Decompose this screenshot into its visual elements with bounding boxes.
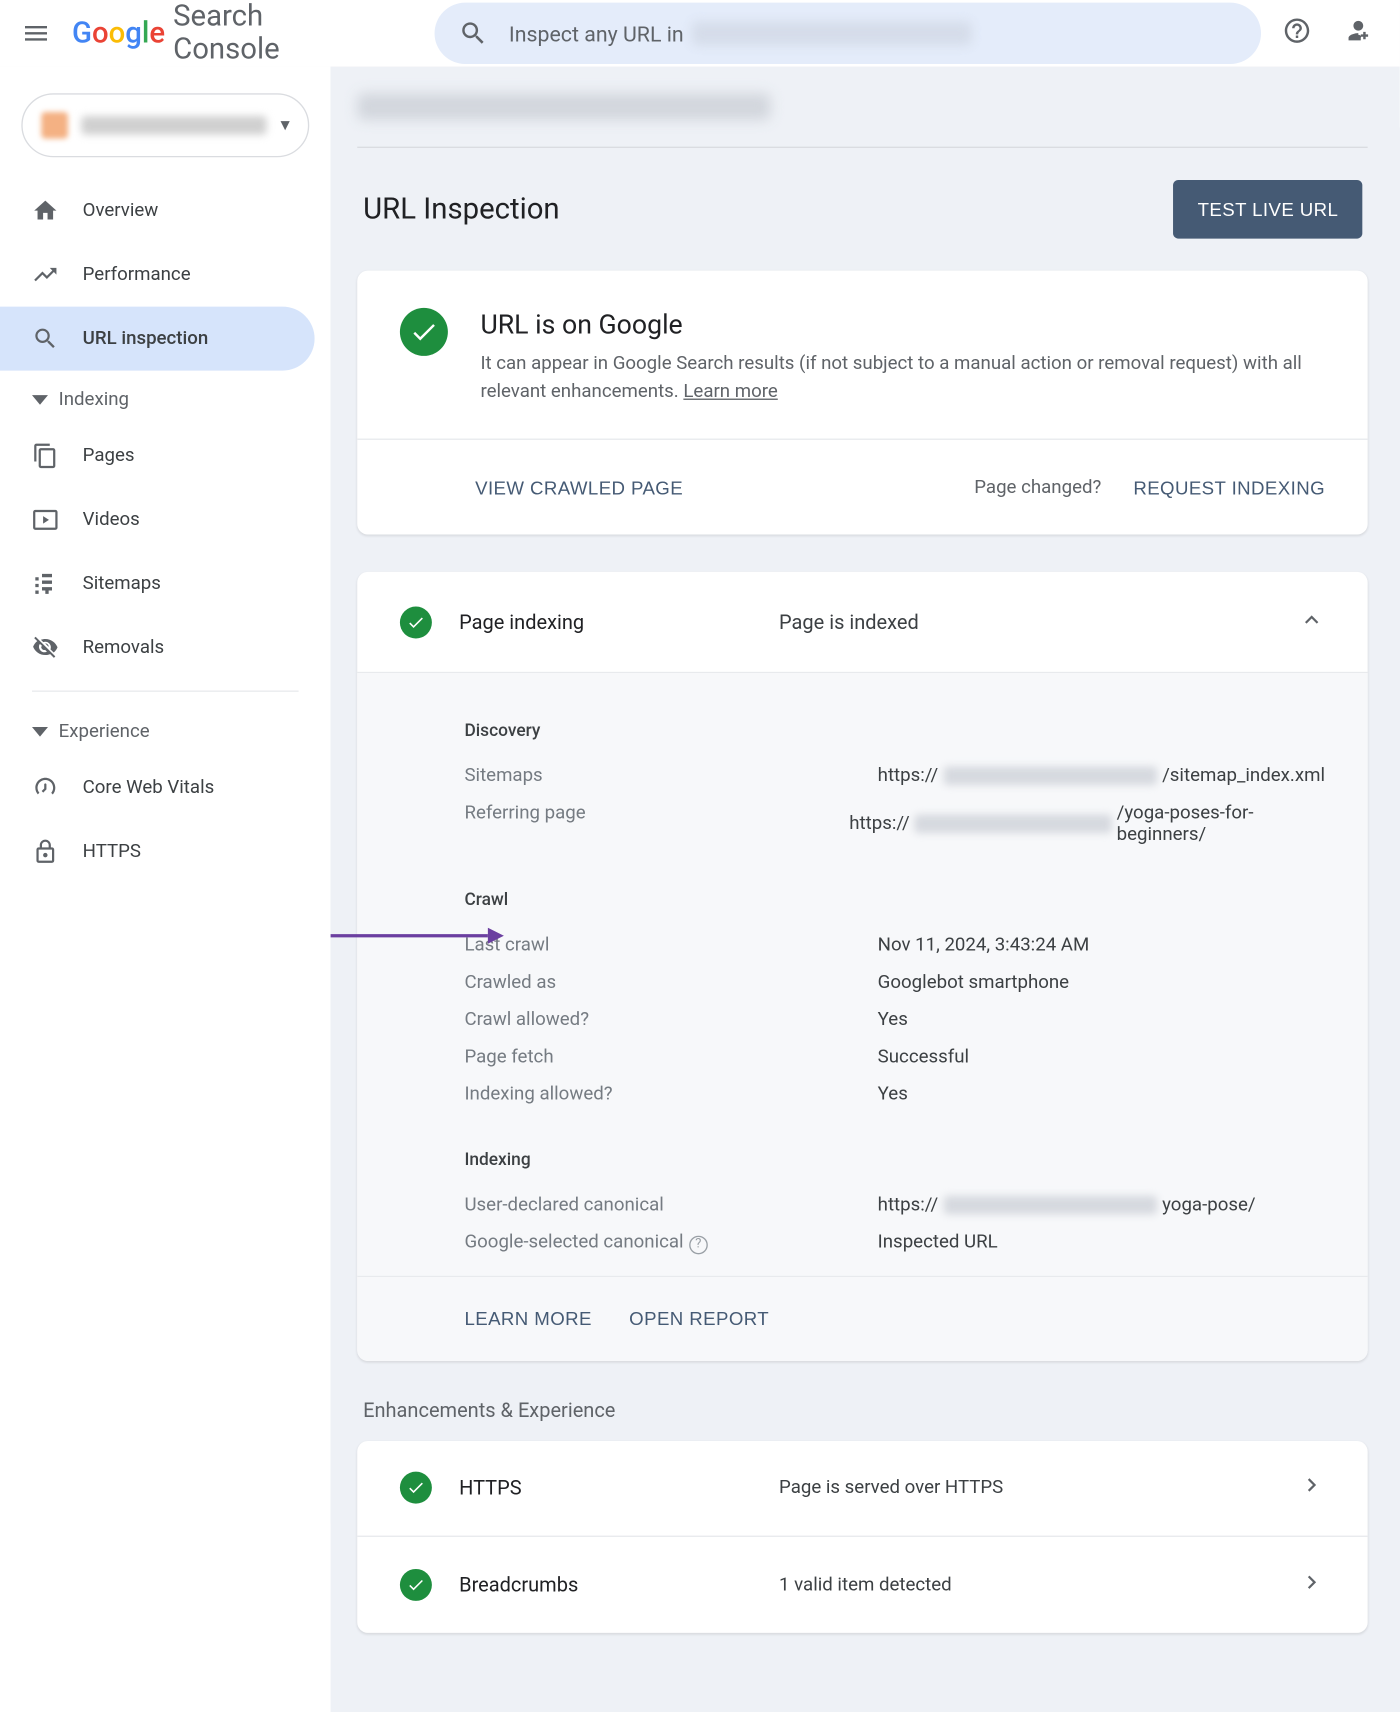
chevron-right-icon [1298,1472,1325,1504]
indexing-status: Page is indexed [779,610,1272,634]
crawled-as-value: Googlebot smartphone [878,972,1069,993]
learn-more-button[interactable]: LEARN MORE [464,1308,591,1329]
sidebar-item-removals[interactable]: Removals [0,616,315,680]
caret-down-icon [32,724,48,740]
sidebar-item-label: Performance [83,264,191,285]
sidebar-item-videos[interactable]: Videos [0,488,315,552]
property-name-redacted [81,116,267,135]
crawl-allowed-value: Yes [878,1009,908,1030]
home-icon [32,197,59,224]
users-icon[interactable] [1343,16,1372,51]
help-icon[interactable]: ? [689,1235,708,1254]
sidebar-section-indexing[interactable]: Indexing [0,371,331,424]
google-canonical-value: Inspected URL [878,1232,998,1254]
lock-icon [32,838,59,865]
chevron-right-icon [1298,1568,1325,1600]
view-crawled-page-button[interactable]: VIEW CRAWLED PAGE [475,477,683,498]
user-canonical-label: User-declared canonical [464,1194,877,1215]
search-placeholder: Inspect any URL in [509,21,684,46]
main-content: URL Inspection TEST LIVE URL URL is on G… [331,67,1400,1712]
search-icon [32,325,59,352]
check-icon [400,308,448,356]
video-icon [32,507,59,534]
referring-page-label: Referring page [464,802,849,845]
indexing-label: Page indexing [459,610,752,634]
check-icon [400,1472,432,1504]
speed-icon [32,774,59,801]
sidebar-item-sitemaps[interactable]: Sitemaps [0,552,315,616]
help-icon[interactable] [1282,16,1311,51]
sidebar-item-pages[interactable]: Pages [0,424,315,488]
page-indexing-card: Page indexing Page is indexed Discovery … [358,572,1368,1360]
page-fetch-label: Page fetch [464,1046,877,1067]
sidebar-item-cwv[interactable]: Core Web Vitals [0,756,315,820]
sidebar-item-overview[interactable]: Overview [0,179,315,243]
chevron-down-icon: ▾ [280,115,289,136]
sidebar-item-performance[interactable]: Performance [0,243,315,307]
learn-more-link[interactable]: Learn more [683,381,777,402]
sidebar-section-experience[interactable]: Experience [0,702,331,755]
check-icon [400,606,432,638]
sitemaps-label: Sitemaps [464,765,877,786]
crawl-heading: Crawl [464,890,1325,910]
chevron-up-icon [1298,606,1325,638]
sidebar-item-label: Overview [83,200,159,221]
referring-page-value: https:///yoga-poses-for-beginners/ [849,802,1325,845]
open-report-button[interactable]: OPEN REPORT [629,1308,769,1329]
redacted-domain [692,21,972,45]
sitemap-icon [32,571,59,598]
page-fetch-value: Successful [878,1046,969,1067]
enhancement-row-https[interactable]: HTTPS Page is served over HTTPS [358,1440,1368,1536]
indexing-allowed-value: Yes [878,1084,908,1105]
pages-icon [32,443,59,470]
property-selector[interactable]: ▾ [21,93,309,157]
page-indexing-header[interactable]: Page indexing Page is indexed [358,572,1368,673]
indexing-allowed-label: Indexing allowed? [464,1084,877,1105]
indexing-heading: Indexing [464,1150,1325,1170]
trending-icon [32,261,59,288]
page-changed-label: Page changed? [974,477,1101,498]
sidebar-item-https[interactable]: HTTPS [0,820,315,884]
sidebar-item-label: URL inspection [83,328,209,349]
check-icon [400,1568,432,1600]
status-title: URL is on Google [480,308,1325,340]
test-live-url-button[interactable]: TEST LIVE URL [1174,180,1363,239]
last-crawl-label: Last crawl [464,934,877,955]
menu-icon[interactable] [21,17,50,49]
search-icon [458,19,487,48]
status-card: URL is on Google It can appear in Google… [358,271,1368,535]
page-title: URL Inspection [363,193,559,226]
divider [32,690,299,691]
crawl-allowed-label: Crawl allowed? [464,1009,877,1030]
crawled-as-label: Crawled as [464,972,877,993]
discovery-heading: Discovery [464,721,1325,741]
status-description: It can appear in Google Search results (… [480,351,1325,407]
request-indexing-button[interactable]: REQUEST INDEXING [1133,477,1325,498]
sidebar: ▾ Overview Performance URL inspection In… [0,67,331,1712]
inspected-url-breadcrumb [358,67,1368,147]
property-favicon [41,112,68,139]
google-canonical-label: Google-selected canonical? [464,1232,877,1254]
enhancement-row-breadcrumbs[interactable]: Breadcrumbs 1 valid item detected [358,1536,1368,1632]
sidebar-item-url-inspection[interactable]: URL inspection [0,307,315,371]
logo[interactable]: Google Search Console [72,0,280,67]
redacted-url [358,93,771,120]
sitemaps-value: https:///sitemap_index.xml [878,765,1325,786]
logo-suffix: Search Console [173,0,280,67]
search-input[interactable]: Inspect any URL in [434,3,1260,64]
last-crawl-value: Nov 11, 2024, 3:43:24 AM [878,934,1090,955]
enhancements-card: HTTPS Page is served over HTTPS Breadcru… [358,1440,1368,1632]
user-canonical-value: https://yoga-pose/ [878,1194,1256,1215]
visibility-off-icon [32,635,59,662]
enhancements-heading: Enhancements & Experience [363,1398,1368,1422]
app-header: Google Search Console Inspect any URL in [0,0,1400,67]
caret-down-icon [32,392,48,408]
